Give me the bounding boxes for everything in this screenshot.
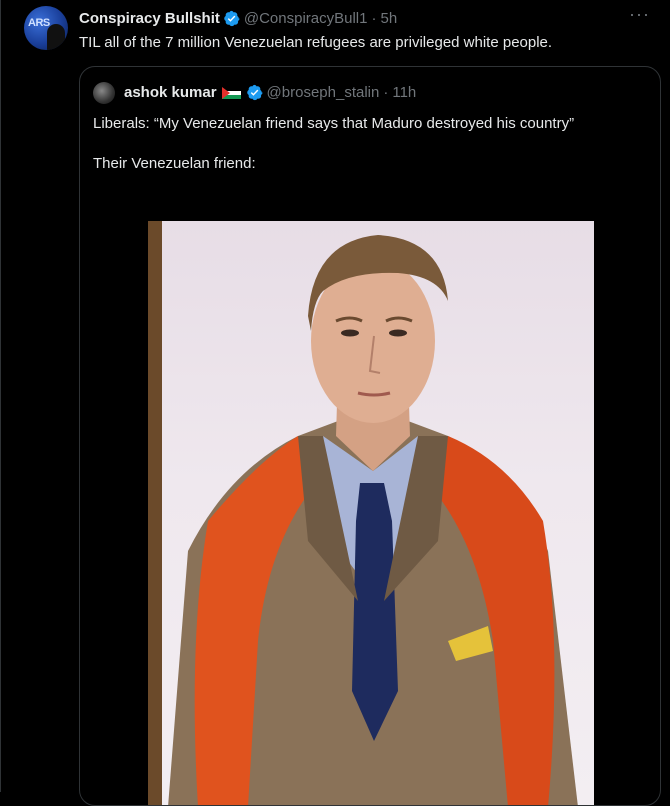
more-options-icon[interactable]: ··· [629,4,650,25]
separator-dot: · [383,84,389,101]
tweet[interactable]: ARS Conspiracy Bullshit @ConspiracyBull1… [0,0,670,806]
quoted-tweet-photo[interactable] [148,221,594,805]
photo-illustration [148,221,578,805]
author-handle[interactable]: @ConspiracyBull1 [244,10,368,27]
quoted-author-avatar [93,82,115,104]
tweet-time[interactable]: 5h [380,10,397,27]
quoted-tweet-time: 11h [392,84,417,101]
author-avatar[interactable]: ARS [24,6,68,50]
avatar-text: ARS [28,17,50,29]
separator-dot: · [371,9,377,27]
verified-badge-icon [224,10,240,26]
tweet-text: TIL all of the 7 million Venezuelan refu… [79,34,553,51]
quoted-tweet[interactable]: ashok kumar @broseph_stalin · 11h Libera… [79,66,661,806]
author-name[interactable]: Conspiracy Bullshit [79,10,220,27]
quoted-author-name: ashok kumar [124,84,217,101]
tweet-header: Conspiracy Bullshit @ConspiracyBull1 · 5… [79,8,397,28]
quoted-tweet-text: Liberals: “My Venezuelan friend says tha… [93,115,575,172]
quoted-tweet-header: ashok kumar @broseph_stalin · 11h [124,84,416,101]
avatar-figure [47,24,65,50]
verified-badge-icon [246,84,263,101]
quoted-author-handle: @broseph_stalin [266,84,380,101]
palestine-flag-icon [221,86,241,99]
